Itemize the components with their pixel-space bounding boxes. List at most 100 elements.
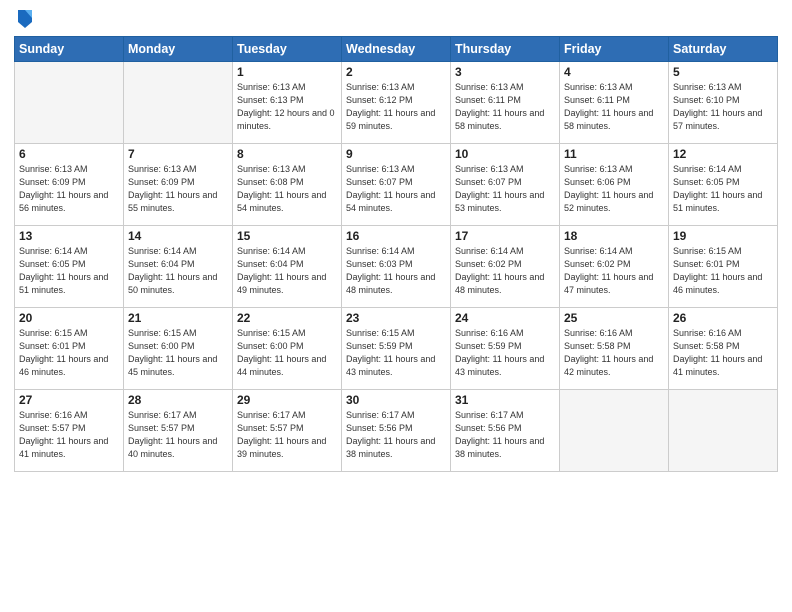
weekday-thursday: Thursday xyxy=(451,37,560,62)
weekday-tuesday: Tuesday xyxy=(233,37,342,62)
daylight-label: Daylight: xyxy=(455,272,490,282)
calendar-cell: 18Sunrise: 6:14 AMSunset: 6:02 PMDayligh… xyxy=(560,226,669,308)
calendar-cell: 17Sunrise: 6:14 AMSunset: 6:02 PMDayligh… xyxy=(451,226,560,308)
weekday-saturday: Saturday xyxy=(669,37,778,62)
weekday-sunday: Sunday xyxy=(15,37,124,62)
day-number: 25 xyxy=(564,311,664,325)
daylight-label: Daylight: xyxy=(19,436,54,446)
daylight-label: Daylight: xyxy=(346,272,381,282)
calendar-cell: 22Sunrise: 6:15 AMSunset: 6:00 PMDayligh… xyxy=(233,308,342,390)
daylight-label: Daylight: xyxy=(564,272,599,282)
sunset-label: Sunset: xyxy=(237,177,268,187)
daylight-label: Daylight: xyxy=(128,272,163,282)
calendar-cell xyxy=(669,390,778,472)
sunset-label: Sunset: xyxy=(128,259,159,269)
day-number: 24 xyxy=(455,311,555,325)
sunset-label: Sunset: xyxy=(564,259,595,269)
sunset-label: Sunset: xyxy=(237,423,268,433)
calendar-cell: 19Sunrise: 6:15 AMSunset: 6:01 PMDayligh… xyxy=(669,226,778,308)
sunset-label: Sunset: xyxy=(346,95,377,105)
calendar-cell: 31Sunrise: 6:17 AMSunset: 5:56 PMDayligh… xyxy=(451,390,560,472)
calendar-cell: 2Sunrise: 6:13 AMSunset: 6:12 PMDaylight… xyxy=(342,62,451,144)
day-number: 20 xyxy=(19,311,119,325)
daylight-label: Daylight: xyxy=(673,190,708,200)
calendar-cell: 5 Sunrise: 6:13 AMSunset: 6:10 PMDaylight… xyxy=(669,62,778,144)
sunrise-label: Sunrise: xyxy=(346,328,379,338)
daylight-label: Daylight: xyxy=(346,108,381,118)
weekday-monday: Monday xyxy=(124,37,233,62)
sunrise-label: Sunrise: xyxy=(455,410,488,420)
sunset-label: Sunset: xyxy=(128,177,159,187)
calendar-cell xyxy=(124,62,233,144)
daylight-label: Daylight: xyxy=(455,190,490,200)
sunrise-label: Sunrise: xyxy=(673,82,706,92)
sunrise-label: Sunrise: xyxy=(564,328,597,338)
sunset-label: Sunset: xyxy=(455,95,486,105)
day-number: 29 xyxy=(237,393,337,407)
daylight-label: Daylight: xyxy=(128,354,163,364)
daylight-label: Daylight: xyxy=(237,436,272,446)
day-number: 4 xyxy=(564,65,664,79)
calendar-cell: 25 Sunrise: 6:16 AMSunset: 5:58 PMDayligh… xyxy=(560,308,669,390)
sunset-label: Sunset: xyxy=(673,177,704,187)
day-info: Sunrise: 6:14 AMSunset: 6:04 PMDaylight:… xyxy=(128,245,228,297)
day-info: Sunrise: 6:13 AMSunset: 6:10 PMDaylight:… xyxy=(673,81,773,133)
calendar-cell: 14 Sunrise: 6:14 AMSunset: 6:04 PMDayligh… xyxy=(124,226,233,308)
sunset-label: Sunset: xyxy=(19,177,50,187)
day-number: 15 xyxy=(237,229,337,243)
sunrise-label: Sunrise: xyxy=(673,328,706,338)
daylight-label: Daylight: xyxy=(346,354,381,364)
day-info: Sunrise: 6:17 AMSunset: 5:56 PMDaylight:… xyxy=(346,409,446,461)
day-number: 23 xyxy=(346,311,446,325)
day-number: 26 xyxy=(673,311,773,325)
day-number: 22 xyxy=(237,311,337,325)
day-info: Sunrise: 6:14 AMSunset: 6:03 PMDaylight:… xyxy=(346,245,446,297)
sunrise-label: Sunrise: xyxy=(346,164,379,174)
sunrise-label: Sunrise: xyxy=(19,246,52,256)
sunset-label: Sunset: xyxy=(564,95,595,105)
day-info: Sunrise: 6:14 AMSunset: 6:02 PMDaylight:… xyxy=(455,245,555,297)
day-number: 14 xyxy=(128,229,228,243)
calendar-body: 1Sunrise: 6:13 AMSunset: 6:13 PMDaylight… xyxy=(15,62,778,472)
page: SundayMondayTuesdayWednesdayThursdayFrid… xyxy=(0,0,792,612)
sunset-label: Sunset: xyxy=(564,341,595,351)
calendar-cell: 12Sunrise: 6:14 AMSunset: 6:05 PMDayligh… xyxy=(669,144,778,226)
sunset-label: Sunset: xyxy=(455,177,486,187)
day-number: 5 xyxy=(673,65,773,79)
day-info: Sunrise: 6:14 AMSunset: 6:05 PMDaylight:… xyxy=(19,245,119,297)
sunrise-label: Sunrise: xyxy=(673,164,706,174)
daylight-label: Daylight: xyxy=(237,190,272,200)
sunrise-label: Sunrise: xyxy=(19,164,52,174)
day-info: Sunrise: 6:15 AMSunset: 6:00 PMDaylight:… xyxy=(128,327,228,379)
calendar-cell: 4Sunrise: 6:13 AMSunset: 6:11 PMDaylight… xyxy=(560,62,669,144)
day-number: 10 xyxy=(455,147,555,161)
day-info: Sunrise: 6:13 AMSunset: 6:07 PMDaylight:… xyxy=(346,163,446,215)
calendar-cell: 26 Sunrise: 6:16 AMSunset: 5:58 PMDayligh… xyxy=(669,308,778,390)
day-info: Sunrise: 6:17 AMSunset: 5:57 PMDaylight:… xyxy=(128,409,228,461)
daylight-label: Daylight: xyxy=(128,436,163,446)
sunset-label: Sunset: xyxy=(128,341,159,351)
calendar-cell: 20Sunrise: 6:15 AMSunset: 6:01 PMDayligh… xyxy=(15,308,124,390)
day-number: 3 xyxy=(455,65,555,79)
sunset-label: Sunset: xyxy=(346,423,377,433)
sunset-label: Sunset: xyxy=(128,423,159,433)
daylight-label: Daylight: xyxy=(564,354,599,364)
day-info: Sunrise: 6:17 AMSunset: 5:57 PMDaylight:… xyxy=(237,409,337,461)
daylight-label: Daylight: xyxy=(673,108,708,118)
day-number: 2 xyxy=(346,65,446,79)
day-number: 12 xyxy=(673,147,773,161)
sunset-label: Sunset: xyxy=(19,341,50,351)
calendar-cell: 27Sunrise: 6:16 AMSunset: 5:57 PMDayligh… xyxy=(15,390,124,472)
sunrise-label: Sunrise: xyxy=(346,410,379,420)
daylight-label: Daylight: xyxy=(237,354,272,364)
day-number: 30 xyxy=(346,393,446,407)
day-info: Sunrise: 6:16 AMSunset: 5:58 PMDaylight:… xyxy=(564,327,664,379)
calendar-cell: 15Sunrise: 6:14 AMSunset: 6:04 PMDayligh… xyxy=(233,226,342,308)
day-info: Sunrise: 6:15 AMSunset: 6:01 PMDaylight:… xyxy=(673,245,773,297)
day-info: Sunrise: 6:16 AMSunset: 5:58 PMDaylight:… xyxy=(673,327,773,379)
calendar-cell: 29 Sunrise: 6:17 AMSunset: 5:57 PMDayligh… xyxy=(233,390,342,472)
sunrise-label: Sunrise: xyxy=(455,328,488,338)
sunrise-label: Sunrise: xyxy=(237,246,270,256)
logo xyxy=(14,10,34,30)
daylight-label: Daylight: xyxy=(19,272,54,282)
